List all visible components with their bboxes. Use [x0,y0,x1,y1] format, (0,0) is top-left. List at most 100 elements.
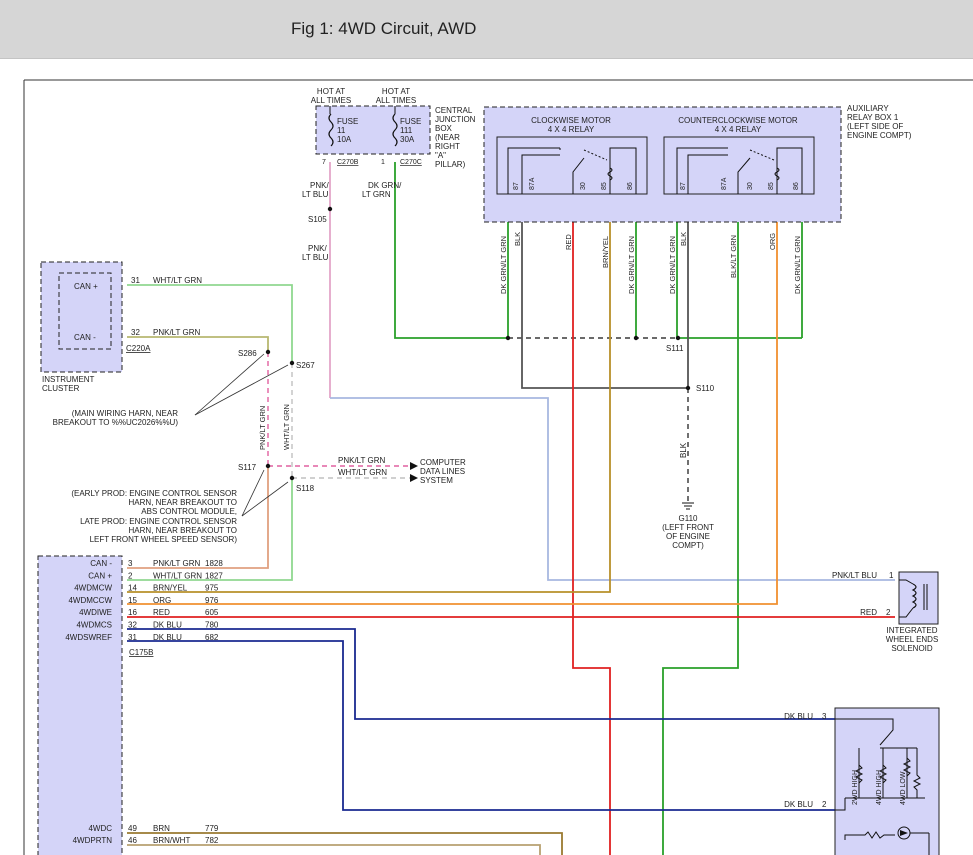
hot-at-label: HOT AT [317,87,345,96]
svg-text:(LEFT SIDE OF: (LEFT SIDE OF [847,122,903,131]
all-times-label: ALL TIMES [311,96,351,105]
svg-text:86: 86 [627,182,634,190]
pin-number: 7 [322,159,326,166]
all-times-label: ALL TIMES [376,96,416,105]
resistor-label: 4WD HIGH [876,770,883,805]
svg-text:RIGHT: RIGHT [435,142,460,151]
can-minus-label: CAN - [74,333,96,342]
aux-relay-label: AUXILIARY RELAY BOX 1 (LEFT SIDE OF ENGI… [847,104,912,140]
svg-text:(EARLY PROD: ENGINE CONTROL SE: (EARLY PROD: ENGINE CONTROL SENSOR [71,489,237,498]
module-pin-name: 4WDSWREF [65,633,112,642]
pin-number: 2 [886,608,891,617]
splice-dot-s286 [265,349,271,355]
fuse-rating: 10A [337,135,352,144]
module-pin-color: BRN [153,824,170,833]
splice-dot [505,335,511,341]
splice-label: S105 [308,215,327,224]
wire-label: LT BLU [302,253,329,262]
module-pin-pin: 16 [128,608,137,617]
svg-text:HARN, NEAR BREAKOUT TO: HARN, NEAR BREAKOUT TO [129,526,237,535]
relay-wire-labels: DK GRN/LT GRN BLK RED BRN/YEL DK GRN/LT … [499,232,802,294]
wire-label: WHT/LT GRN [338,468,387,477]
ground-id: G110 [679,514,699,523]
ground-icon [682,502,694,510]
module-pin-color: RED [153,608,170,617]
svg-text:JUNCTION: JUNCTION [435,115,476,124]
svg-text:BLK: BLK [679,232,688,246]
cw-relay-title: CLOCKWISE MOTOR [531,116,611,125]
fuse-rating: 30A [400,135,415,144]
central-junction-box [315,105,431,155]
svg-text:ABS CONTROL MODULE,: ABS CONTROL MODULE, [141,507,237,516]
splice-label: S118 [296,484,315,493]
svg-text:87A: 87A [721,177,728,190]
svg-text:87: 87 [680,182,687,190]
fuse-label: FUSE [337,117,358,126]
splice-dot-s267 [289,360,295,366]
svg-text:AUXILIARY: AUXILIARY [847,104,889,113]
module-pin-color: BRN/YEL [153,584,188,593]
hot-at-label: HOT AT [382,87,410,96]
module-pin-circuit: 605 [205,608,219,617]
module-pin-circuit: 1827 [205,571,223,580]
arrow-icon [410,462,418,470]
arrow-icon [410,474,418,482]
svg-text:85: 85 [601,182,608,190]
ground-location: OF ENGINE [666,532,710,541]
svg-text:RED: RED [564,234,573,250]
cjb-label: CENTRAL JUNCTION BOX (NEAR RIGHT "A" PIL… [435,106,476,169]
wire-label: PNK/LT GRN [153,328,200,337]
pin-number: 2 [822,800,827,809]
module-pin-color: PNK/LT GRN [153,559,200,568]
computer-data-lines-label: SYSTEM [420,476,453,485]
svg-text:87: 87 [513,182,520,190]
wire-label: PNK/ [310,181,329,190]
svg-text:DK GRN/LT GRN: DK GRN/LT GRN [499,236,508,294]
module-pin-pin: 3 [128,559,133,568]
svg-text:BRN/YEL: BRN/YEL [601,236,610,268]
svg-text:LATE PROD: ENGINE CONTROL SENS: LATE PROD: ENGINE CONTROL SENSOR [80,517,237,526]
svg-text:DK GRN/LT GRN: DK GRN/LT GRN [627,236,636,294]
svg-text:87A: 87A [529,177,536,190]
wire-label: RED [860,608,877,617]
splice-label: S110 [696,384,715,393]
splice-dot-s117 [265,463,271,469]
wire-label: LT GRN [362,190,391,199]
instrument-cluster [40,261,123,373]
wire-label: PNK/LT BLU [832,571,877,580]
svg-text:86: 86 [793,182,800,190]
module-pin-pin: 46 [128,836,137,845]
svg-text:RELAY BOX 1: RELAY BOX 1 [847,113,899,122]
splice-label: S117 [238,463,257,472]
splice-label: S286 [238,349,257,358]
module-pin-circuit: 682 [205,633,219,642]
module-pin-name: 4WDIWE [79,608,112,617]
module-pin-name: 4WDPRTN [73,836,113,845]
early-late-note: (EARLY PROD: ENGINE CONTROL SENSOR HARN,… [71,489,237,544]
cw-relay-title: 4 X 4 RELAY [548,125,595,134]
pin-number: 1 [889,571,894,580]
can-plus-label: CAN + [74,282,98,291]
splice-dot [633,335,639,341]
svg-text:30: 30 [747,182,754,190]
connector-id: C220A [126,344,151,353]
fuse-label: FUSE [400,117,421,126]
splice-label: S267 [296,361,315,370]
module-pin-circuit: 1828 [205,559,223,568]
wire-label: DK BLU [784,800,813,809]
wire-label: WHT/LT GRN [282,404,291,450]
module-pin-color: WHT/LT GRN [153,571,202,580]
wiring-diagram: HOT AT ALL TIMES HOT AT ALL TIMES FUSE 1… [23,79,973,855]
svg-text:BLK/LT GRN: BLK/LT GRN [729,235,738,278]
module-pin-color: DK BLU [153,633,182,642]
splice-dot-s110 [685,385,691,391]
svg-text:HARN, NEAR BREAKOUT TO: HARN, NEAR BREAKOUT TO [129,498,237,507]
module-pin-circuit: 779 [205,824,219,833]
harness-note: BREAKOUT TO %%UC2026%%U) [53,418,179,427]
module-pin-pin: 49 [128,824,137,833]
pin-number: 3 [822,712,827,721]
4wd-mode-switch [834,707,940,855]
module-pin-color: DK BLU [153,621,182,630]
module-pin-pin: 2 [128,571,133,580]
module-pin-pin: 14 [128,584,137,593]
